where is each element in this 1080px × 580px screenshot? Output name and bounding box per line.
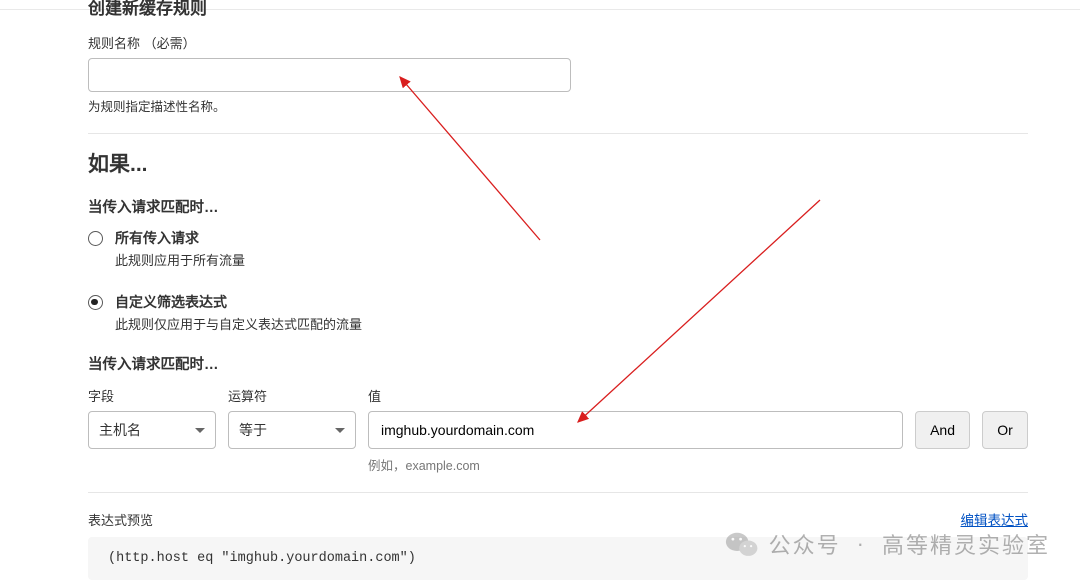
builder-row: 主机名 等于 And Or [88,411,1028,449]
section-divider-1 [88,133,1028,134]
field-select-value: 主机名 [99,420,141,440]
label-value: 值 [368,386,1040,405]
page-title: 创建新缓存规则 [88,0,1040,19]
rule-name-help: 为规则指定描述性名称。 [88,96,1040,115]
match-when-label-1: 当传入请求匹配时… [88,196,1040,217]
preview-header: 表达式预览 编辑表达式 [88,509,1028,529]
value-input[interactable] [368,411,903,449]
chevron-down-icon [335,428,345,433]
radio-option-all[interactable]: 所有传入请求 此规则应用于所有流量 [88,229,1040,269]
or-button[interactable]: Or [982,411,1028,449]
expression-preview-code: (http.host eq "imghub.yourdomain.com") [88,537,1028,580]
page-root: 创建新缓存规则 规则名称 （必需） 为规则指定描述性名称。 如果... 当传入请… [88,0,1040,580]
chevron-down-icon [195,428,205,433]
radio-custom-desc: 此规则仅应用于与自定义表达式匹配的流量 [115,314,362,333]
rule-name-input[interactable] [88,58,571,92]
and-button[interactable]: And [915,411,970,449]
label-field: 字段 [88,386,216,405]
field-select[interactable]: 主机名 [88,411,216,449]
radio-all-desc: 此规则应用于所有流量 [115,250,245,269]
label-operator: 运算符 [228,386,356,405]
radio-all-title: 所有传入请求 [115,229,245,247]
radio-option-custom[interactable]: 自定义筛选表达式 此规则仅应用于与自定义表达式匹配的流量 [88,293,1040,333]
if-heading: 如果... [88,148,1040,178]
preview-label: 表达式预览 [88,510,153,529]
radio-custom[interactable] [88,295,103,310]
radio-all[interactable] [88,231,103,246]
operator-select[interactable]: 等于 [228,411,356,449]
builder-labels: 字段 运算符 值 [88,386,1040,405]
value-help: 例如，example.com [368,455,1040,474]
match-when-label-2: 当传入请求匹配时… [88,353,1040,374]
edit-expression-link[interactable]: 编辑表达式 [961,509,1029,529]
radio-custom-title: 自定义筛选表达式 [115,293,362,311]
match-mode-radio-group: 所有传入请求 此规则应用于所有流量 自定义筛选表达式 此规则仅应用于与自定义表达… [88,229,1040,333]
rule-name-label: 规则名称 （必需） [88,33,1040,52]
section-divider-2 [88,492,1028,493]
operator-select-value: 等于 [239,420,267,440]
